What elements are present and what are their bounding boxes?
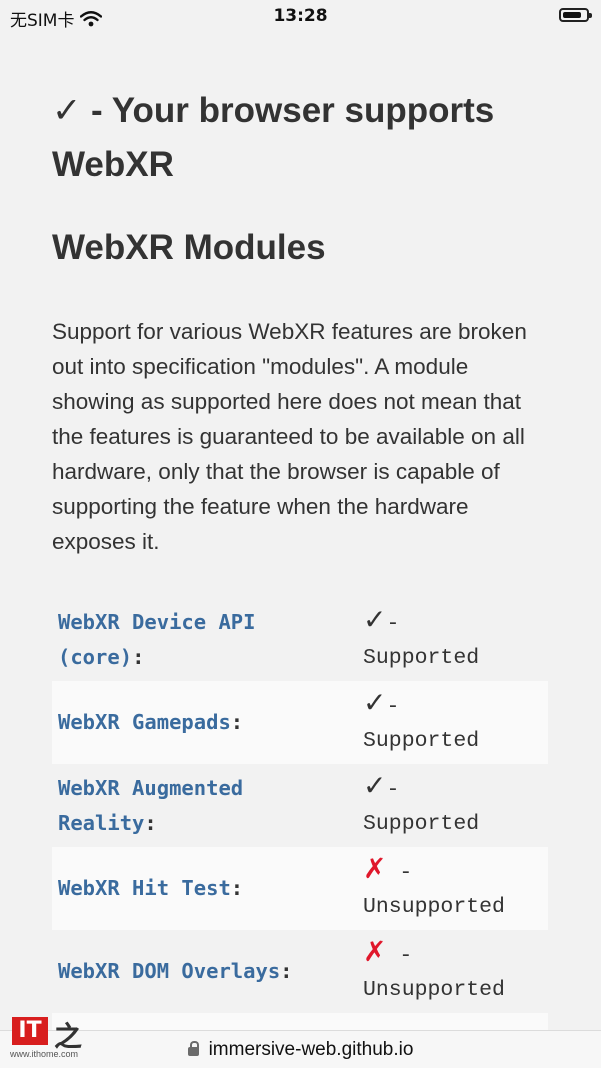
watermark: IT 之 www.ithome.com [8,1013,92,1063]
checkmark-icon: ✓ [52,91,82,131]
module-name-cell: WebXR Hit Test: [58,876,244,900]
url-text: immersive-web.github.io [208,1039,414,1060]
module-name: WebXR Hit Test [58,876,231,900]
status-time: 13:28 [273,6,328,26]
module-row: WebXR Augmented Reality: ✓- Supported [52,764,548,847]
watermark-logo: IT [12,1017,48,1045]
modules-heading: WebXR Modules [52,228,326,267]
cross-icon: ✗ [363,851,387,885]
watermark-url: www.ithome.com [10,1049,79,1059]
module-row: WebXR DOM Overlays: ✗ - Unsupported [52,930,548,1013]
module-row: WebXR Device API (core): ✓- Supported [52,598,548,681]
module-status: Unsupported [363,894,505,919]
module-name-cell: WebXR DOM Overlays: [58,959,293,983]
module-status-cell: ✓- Supported [357,764,548,847]
checkmark-icon: ✓ [363,685,387,719]
checkmark-icon: ✓ [363,768,387,802]
battery-icon [559,8,592,22]
module-name-cell: WebXR Device API (core): [58,609,256,669]
module-status-cell: ✗ - Unsupported [357,930,548,1013]
module-name: WebXR DOM Overlays [58,959,281,983]
status-separator: - [386,611,400,636]
checkmark-icon: ✓ [363,602,387,636]
support-heading-text: - Your browser supports WebXR [52,91,495,184]
module-status: Supported [363,728,480,753]
module-name-cell: WebXR Gamepads: [58,710,244,734]
module-name-cell: WebXR Augmented Reality: [58,775,244,835]
module-status-cell: ✗ - Unsupported [357,847,548,930]
status-separator: - [386,777,400,802]
cross-icon: ✗ [363,934,387,968]
status-separator: - [386,860,413,885]
module-row: WebXR Hit Test: ✗ - Unsupported [52,847,548,930]
module-status: Unsupported [363,977,505,1002]
module-name: WebXR Device API (core) [58,609,256,669]
module-status-cell: ✗ [357,1013,548,1030]
module-name: WebXR Gamepads [58,710,231,734]
module-row: WebXR Gamepads: ✓- Supported [52,681,548,764]
status-separator: - [386,943,413,968]
support-heading: ✓ - Your browser supports WebXR [52,84,572,191]
module-status-cell: ✓- Supported [357,681,548,764]
module-status: Supported [363,645,480,670]
module-row: ✗ [52,1013,548,1030]
lock-icon [187,1041,199,1056]
module-status: Supported [363,811,480,836]
module-name-cell [52,1013,357,1030]
modules-description: Support for various WebXR features are b… [52,319,527,554]
status-bar: 无SIM卡 13:28 [0,0,601,34]
web-page[interactable]: ✓ - Your browser supports WebXR WebXR Mo… [0,34,601,1030]
module-status-cell: ✓- Supported [357,598,548,681]
modules-table: WebXR Device API (core): ✓- Supported Web… [52,598,548,1030]
status-separator: - [386,694,400,719]
